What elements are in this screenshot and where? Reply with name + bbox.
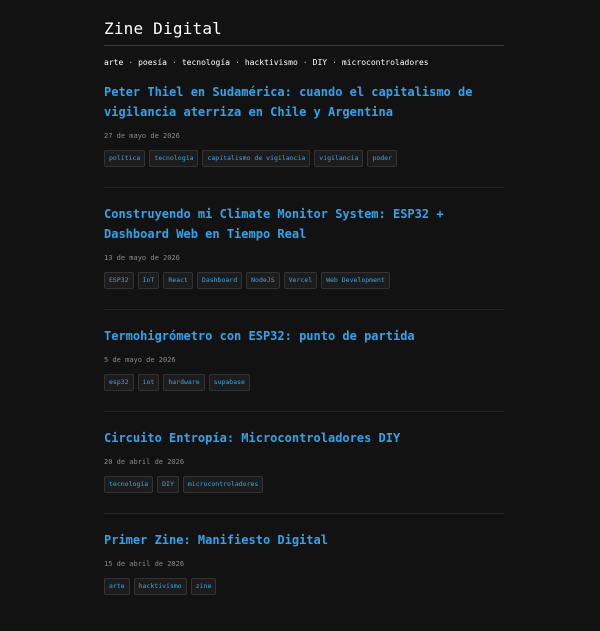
tag-web-development[interactable]: Web Development xyxy=(321,272,390,289)
tag-dashboard[interactable]: Dashboard xyxy=(196,272,243,289)
nav-link-diy[interactable]: DIY xyxy=(313,58,327,67)
tag-hardware[interactable]: hardware xyxy=(163,374,205,391)
tag-arte[interactable]: arte xyxy=(104,578,130,595)
tag-vigilancia[interactable]: vigilancia xyxy=(314,150,364,167)
post-item: Construyendo mi Climate Monitor System: … xyxy=(104,204,504,310)
tag-iot[interactable]: iot xyxy=(137,374,160,391)
post-tags: arte hacktivismo zine xyxy=(104,578,504,595)
category-nav: arte · poesía · tecnología · hacktivismo · DIY · m… xyxy=(104,58,504,68)
tag-nodejs[interactable]: NodeJS xyxy=(246,272,280,289)
tag-vercel[interactable]: Vercel xyxy=(283,272,318,289)
tag-zine[interactable]: zine xyxy=(190,578,217,595)
post-date: 13 de mayo de 2026 xyxy=(104,254,180,262)
tag-poder[interactable]: poder xyxy=(367,150,398,167)
tag-esp32[interactable]: ESP32 xyxy=(104,272,134,289)
nav-separator: · xyxy=(302,58,308,67)
page-container: Zine Digital arte · poesía · tecnología · hack… xyxy=(104,0,504,631)
tag-diy[interactable]: DIY xyxy=(157,476,179,493)
post-title-link[interactable]: Construyendo mi Climate Monitor System: … xyxy=(104,204,504,244)
nav-link-arte[interactable]: arte xyxy=(104,58,123,67)
nav-link-hacktivismo[interactable]: hacktivismo xyxy=(245,58,298,67)
tag-supabase[interactable]: supabase xyxy=(208,374,250,391)
post-title-link[interactable]: Primer Zine: Manifiesto Digital xyxy=(104,530,504,550)
nav-separator: · xyxy=(235,58,240,67)
post-tags: ESP32 IoT React Dashboard NodeJS Vercel … xyxy=(104,272,504,289)
post-tags: política tecnología capitalismo de vigil… xyxy=(104,150,504,167)
post-date: 27 de mayo de 2026 xyxy=(104,132,180,140)
nav-link-poesia[interactable]: poesía xyxy=(138,58,167,67)
tag-politica[interactable]: política xyxy=(104,150,146,167)
post-title-link[interactable]: Circuito Entropía: Microcontroladores DI… xyxy=(104,428,504,448)
post-title-link[interactable]: Peter Thiel en Sudamérica: cuando el cap… xyxy=(104,82,504,122)
site-title[interactable]: Zine Digital xyxy=(104,18,504,40)
post-item: Peter Thiel en Sudamérica: cuando el cap… xyxy=(104,82,504,188)
post-date: 15 de abril de 2026 xyxy=(104,560,185,568)
tag-microcontroladores[interactable]: microcontroladores xyxy=(182,476,264,493)
header-divider xyxy=(104,45,504,46)
post-item: Circuito Entropía: Microcontroladores DI… xyxy=(104,428,504,514)
tag-capitalismo-de-vigilancia[interactable]: capitalismo de vigilancia xyxy=(202,150,311,167)
post-list: Peter Thiel en Sudamérica: cuando el cap… xyxy=(104,82,504,615)
tag-react[interactable]: React xyxy=(163,272,193,289)
nav-separator: · xyxy=(128,58,134,67)
nav-link-tecnologia[interactable]: tecnología xyxy=(182,58,230,67)
nav-separator: · xyxy=(172,58,177,67)
tag-esp32[interactable]: esp32 xyxy=(104,374,134,391)
tag-tecnologia[interactable]: tecnología xyxy=(104,476,154,493)
nav-link-microcontroladores[interactable]: microcontroladores xyxy=(342,58,429,67)
post-item: Primer Zine: Manifiesto Digital 15 de ab… xyxy=(104,530,504,615)
tag-iot[interactable]: IoT xyxy=(137,272,160,289)
post-date: 20 de abril de 2026 xyxy=(104,458,185,466)
post-title-link[interactable]: Termohigrómetro con ESP32: punto de part… xyxy=(104,326,504,346)
post-item: Termohigrómetro con ESP32: punto de part… xyxy=(104,326,504,412)
nav-separator: · xyxy=(332,58,337,67)
post-tags: esp32 iot hardware supabase xyxy=(104,374,504,391)
post-date: 5 de mayo de 2026 xyxy=(104,356,176,364)
post-tags: tecnología DIY microcontroladores xyxy=(104,476,504,493)
tag-hacktivismo[interactable]: hacktivismo xyxy=(133,578,187,595)
tag-tecnologia[interactable]: tecnología xyxy=(149,150,199,167)
